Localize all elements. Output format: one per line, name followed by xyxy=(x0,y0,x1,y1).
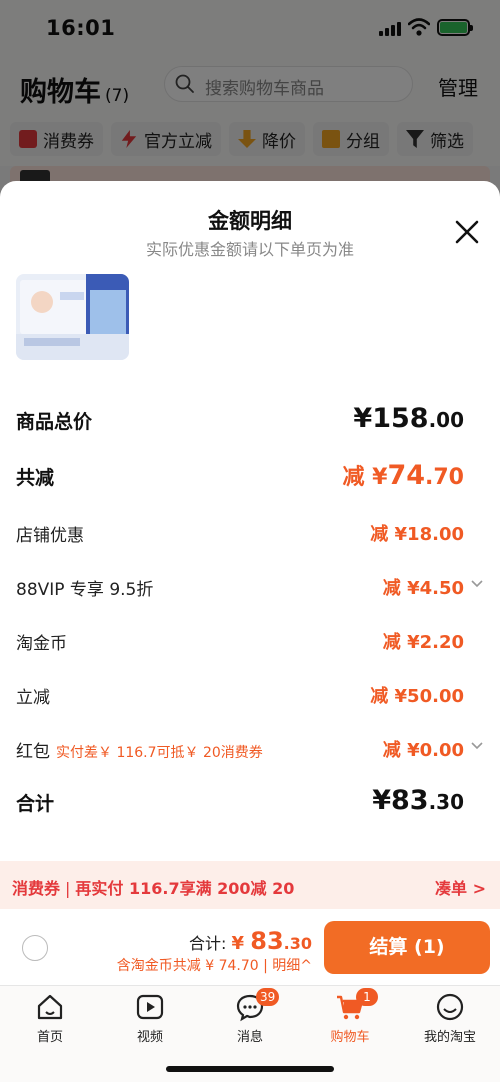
tab-messages[interactable]: 消息 39 xyxy=(210,988,290,1045)
tab-my-taobao[interactable]: 我的淘宝 xyxy=(410,992,490,1045)
total-price-label: 商品总价 xyxy=(16,411,93,433)
cart-badge: 1 xyxy=(356,988,378,1006)
profile-icon xyxy=(436,993,464,1021)
total-discount-value: 减 ¥74.70 xyxy=(342,460,464,491)
close-icon[interactable] xyxy=(454,219,480,245)
checkout-detail-link[interactable]: 含淘金币共减 ¥ 74.70 | 明细^ xyxy=(117,955,312,975)
price-detail-sheet: 金额明细 实际优惠金额请以下单页为准 商品总价 ¥158.00 共减 减 ¥74… xyxy=(0,181,500,861)
total-price-value: ¥158.00 xyxy=(353,403,464,434)
message-badge: 39 xyxy=(256,988,280,1006)
sum-value: ¥83.30 xyxy=(372,785,464,816)
sheet-subtitle: 实际优惠金额请以下单页为准 xyxy=(145,240,354,259)
checkout-button[interactable]: 结算 (1) xyxy=(324,921,490,974)
row-vip-discount[interactable]: 88VIP 专享 9.5折 减 ¥4.50 xyxy=(16,567,484,607)
product-thumbnail[interactable] xyxy=(16,274,129,360)
checkout-bar: 合计: ¥ 83.30 含淘金币共减 ¥ 74.70 | 明细^ 结算 (1) xyxy=(0,909,500,985)
row-sum: 合计 ¥83.30 xyxy=(16,783,484,823)
coin-discount-label: 淘金币 xyxy=(16,634,67,654)
redpacket-value: 减 ¥0.00 xyxy=(382,740,464,761)
sheet-title: 金额明细 xyxy=(208,209,292,233)
checkout-total: 合计: ¥ 83.30 xyxy=(188,927,312,955)
vip-discount-label: 88VIP 专享 9.5折 xyxy=(16,580,154,600)
total-discount-label: 共减 xyxy=(16,467,55,489)
row-total-discount: 共减 减 ¥74.70 xyxy=(16,457,484,497)
coin-discount-value: 减 ¥2.20 xyxy=(382,632,464,653)
tab-video[interactable]: 视频 xyxy=(110,992,190,1045)
row-instant-discount: 立减 减 ¥50.00 xyxy=(16,675,484,715)
store-discount-label: 店铺优惠 xyxy=(16,526,84,546)
instant-discount-value: 减 ¥50.00 xyxy=(370,686,464,707)
store-discount-value: 减 ¥18.00 xyxy=(370,524,464,545)
row-coin-discount: 淘金币 减 ¥2.20 xyxy=(16,621,484,661)
sum-label: 合计 xyxy=(16,793,55,815)
redpacket-label: 红包 实付差￥ 116.7可抵￥ 20消费券 xyxy=(16,742,263,762)
tab-home[interactable]: 首页 xyxy=(10,992,90,1045)
redpacket-note: 实付差￥ 116.7可抵￥ 20消费券 xyxy=(56,745,263,761)
home-icon xyxy=(37,994,63,1020)
select-all-checkbox[interactable] xyxy=(22,935,48,961)
home-indicator xyxy=(166,1066,334,1072)
instant-discount-label: 立减 xyxy=(16,688,50,708)
add-items-link[interactable]: 凑单 > xyxy=(435,875,486,899)
coupon-text: 消费券 | 再实付 116.7享满 200减 20 xyxy=(12,879,295,898)
chevron-down-icon[interactable] xyxy=(470,577,484,591)
row-redpacket[interactable]: 红包 实付差￥ 116.7可抵￥ 20消费券 减 ¥0.00 xyxy=(16,729,484,769)
vip-discount-value: 减 ¥4.50 xyxy=(382,578,464,599)
row-total-price: 商品总价 ¥158.00 xyxy=(16,401,484,441)
coupon-bar[interactable]: 消费券 | 再实付 116.7享满 200减 20 凑单 > xyxy=(0,861,500,909)
video-icon xyxy=(136,994,164,1020)
row-store-discount: 店铺优惠 减 ¥18.00 xyxy=(16,513,484,553)
chevron-down-icon[interactable] xyxy=(470,739,484,753)
tab-cart[interactable]: 购物车 1 xyxy=(310,988,390,1045)
